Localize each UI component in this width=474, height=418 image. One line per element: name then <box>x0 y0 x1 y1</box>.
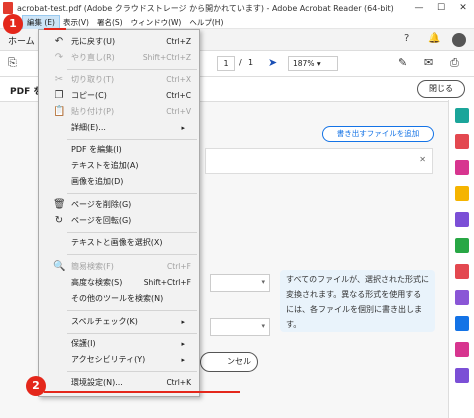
tool-rail <box>448 100 474 418</box>
submenu-arrow-icon: ▸ <box>181 340 185 348</box>
print-icon[interactable]: ⎙ <box>450 56 459 70</box>
file-list: ✕ <box>205 148 433 174</box>
menu-item-add-text[interactable]: テキストを追加(A) <box>39 158 201 174</box>
search-icon: 🔍 <box>53 261 66 272</box>
copy-icon: ❐ <box>54 90 64 101</box>
menu-separator <box>67 139 197 140</box>
combine-files-tool-icon[interactable] <box>455 212 469 227</box>
page-total: 1 <box>248 58 254 67</box>
menu-item-cut[interactable]: ✂ 切り取り(T) Ctrl+X <box>39 72 201 88</box>
menu-item-protect[interactable]: 保護(I) ▸ <box>39 336 201 352</box>
window-controls: — ☐ ✕ <box>408 0 474 16</box>
compress-tool-icon[interactable] <box>455 316 469 331</box>
chevron-down-icon: ▾ <box>261 278 265 286</box>
menu-item-details[interactable]: 詳細(E)... ▸ <box>39 120 201 136</box>
menu-item-paste[interactable]: 📋 貼り付け(P) Ctrl+V <box>39 104 201 120</box>
comment-tool-icon[interactable] <box>455 186 469 201</box>
avatar[interactable] <box>452 33 466 47</box>
create-pdf-icon[interactable]: ⎘ <box>8 56 17 70</box>
menu-separator <box>67 333 197 334</box>
bell-icon[interactable]: 🔔 <box>428 33 440 44</box>
submenu-arrow-icon: ▸ <box>181 318 185 326</box>
page-number-input[interactable]: 1 <box>217 56 235 71</box>
menu-separator <box>67 371 197 372</box>
option-dropdown[interactable]: ▾ <box>210 318 270 336</box>
menu-item-advanced-search[interactable]: 高度な検索(S) Shift+Ctrl+F <box>39 275 201 291</box>
zoom-select[interactable]: 187% ▾ <box>288 56 338 71</box>
menu-item-search-other-tools[interactable]: その他のツールを検索(N) <box>39 291 201 307</box>
fill-sign-tool-icon[interactable] <box>455 342 469 357</box>
add-files-button[interactable]: 書き出すファイルを追加 <box>322 126 434 142</box>
window-title: acrobat-test.pdf (Adobe クラウドストレージ から開かれて… <box>17 3 394 13</box>
minimize-button[interactable]: — <box>408 0 430 16</box>
redo-icon: ↷ <box>54 52 64 63</box>
create-pdf-tool-icon[interactable] <box>455 134 469 149</box>
submenu-arrow-icon: ▸ <box>181 356 185 364</box>
menu-item-edit-pdf[interactable]: PDF を編集(I) <box>39 142 201 158</box>
send-signature-tool-icon[interactable] <box>455 368 469 383</box>
menu-help[interactable]: ヘルプ(H) <box>185 16 227 29</box>
menu-item-add-image[interactable]: 画像を追加(D) <box>39 174 201 190</box>
protect-tool-icon[interactable] <box>455 290 469 305</box>
menu-separator <box>67 69 197 70</box>
edit-pdf-tool-icon[interactable] <box>455 160 469 175</box>
tab-home[interactable]: ホーム <box>8 34 35 47</box>
highlight-underline <box>44 391 240 393</box>
menu-item-delete-page[interactable]: 🗑 ページを削除(G) <box>39 197 201 213</box>
menu-item-rotate-page[interactable]: ↻ ページを回転(G) <box>39 213 201 229</box>
highlight-underline <box>44 28 66 30</box>
menu-item-accessibility[interactable]: アクセシビリティ(Y) ▸ <box>39 352 201 368</box>
select-cursor-icon[interactable]: ➤ <box>268 56 277 69</box>
rotate-icon: ↻ <box>54 215 64 226</box>
trash-icon: 🗑 <box>53 199 66 210</box>
remove-file-icon[interactable]: ✕ <box>419 155 426 164</box>
organize-pages-tool-icon[interactable] <box>455 238 469 253</box>
menu-item-quick-search[interactable]: 🔍 簡易検索(F) Ctrl+F <box>39 259 201 275</box>
menu-separator <box>67 193 197 194</box>
menu-item-select-text-image[interactable]: テキストと画像を選択(X) <box>39 235 201 251</box>
menu-view[interactable]: 表示(V) <box>59 16 93 29</box>
mail-icon[interactable]: ✉ <box>424 56 433 69</box>
page-separator: / <box>239 58 242 67</box>
close-window-button[interactable]: ✕ <box>452 0 474 16</box>
menu-item-copy[interactable]: ❐ コピー(C) Ctrl+C <box>39 88 201 104</box>
help-icon[interactable]: ? <box>404 33 409 44</box>
menu-item-undo[interactable]: ↶ 元に戻す(U) Ctrl+Z <box>39 34 201 50</box>
close-panel-button[interactable]: 閉じる <box>417 80 465 98</box>
menu-separator <box>67 310 197 311</box>
info-message: すべてのファイルが、選択された形式に変換されます。異なる形式を使用するには、各フ… <box>280 270 435 332</box>
chevron-down-icon: ▾ <box>261 322 265 330</box>
export-pdf-tool-icon[interactable] <box>455 108 469 123</box>
pdf-app-icon <box>3 2 13 14</box>
edit-menu-dropdown: ↶ 元に戻す(U) Ctrl+Z ↷ やり直し(R) Shift+Ctrl+Z … <box>38 29 200 397</box>
sign-pen-icon[interactable]: ✎ <box>398 56 407 69</box>
undo-icon: ↶ <box>54 36 64 47</box>
format-dropdown[interactable]: ▾ <box>210 274 270 292</box>
menu-item-spell-check[interactable]: スペルチェック(K) ▸ <box>39 314 201 330</box>
cut-icon: ✂ <box>54 74 64 85</box>
redact-tool-icon[interactable] <box>455 264 469 279</box>
menu-edit[interactable]: 編集 (E) <box>22 14 60 30</box>
menu-sign[interactable]: 署名(S) <box>93 16 127 29</box>
menu-item-preferences[interactable]: 環境設定(N)... Ctrl+K <box>39 375 201 391</box>
menu-separator <box>67 232 197 233</box>
title-bar: acrobat-test.pdf (Adobe クラウドストレージ から開かれて… <box>0 0 474 16</box>
menu-item-redo[interactable]: ↷ やり直し(R) Shift+Ctrl+Z <box>39 50 201 66</box>
menu-bar: ファ 編集 (E) 表示(V) 署名(S) ウィンドウ(W) ヘルプ(H) <box>0 14 474 30</box>
submenu-arrow-icon: ▸ <box>181 124 185 132</box>
zoom-value: 187% <box>293 59 315 68</box>
maximize-button[interactable]: ☐ <box>430 0 452 16</box>
step-badge-1: 1 <box>3 14 23 34</box>
cancel-button[interactable]: ンセル <box>200 352 258 372</box>
step-badge-2: 2 <box>26 376 46 396</box>
menu-separator <box>67 254 197 255</box>
paste-icon: 📋 <box>53 106 66 117</box>
menu-window[interactable]: ウィンドウ(W) <box>127 16 186 29</box>
